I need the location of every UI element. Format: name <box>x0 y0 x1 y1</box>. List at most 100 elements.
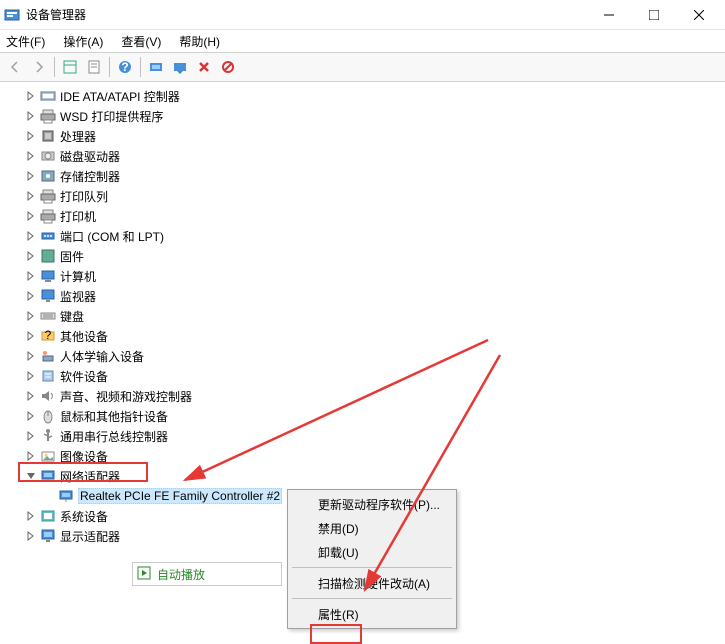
ide-icon <box>40 88 56 104</box>
context-uninstall[interactable]: 卸载(U) <box>290 540 454 564</box>
expand-icon[interactable] <box>24 409 38 423</box>
tree-node-network-adapters[interactable]: 网络适配器 <box>2 466 723 486</box>
expand-icon[interactable] <box>24 109 38 123</box>
expand-icon[interactable] <box>24 189 38 203</box>
usb-icon <box>40 428 56 444</box>
expand-icon[interactable] <box>24 209 38 223</box>
annotation-box <box>310 624 362 644</box>
tree-node[interactable]: WSD 打印提供程序 <box>2 106 723 126</box>
toolbar-separator <box>54 57 55 77</box>
collapse-icon[interactable] <box>24 469 38 483</box>
tree-node-label: 存储控制器 <box>60 168 120 185</box>
tree-node-label: 其他设备 <box>60 328 108 345</box>
autoplay-widget: 自动播放 <box>132 562 282 586</box>
tree-node[interactable]: 固件 <box>2 246 723 266</box>
window-title: 设备管理器 <box>26 6 586 23</box>
tree-node[interactable]: ? 其他设备 <box>2 326 723 346</box>
printer-icon <box>40 208 56 224</box>
expand-icon[interactable] <box>24 389 38 403</box>
show-hide-button[interactable] <box>59 56 81 78</box>
tree-node[interactable]: 计算机 <box>2 266 723 286</box>
expand-icon[interactable] <box>24 329 38 343</box>
tree-node[interactable]: 图像设备 <box>2 446 723 466</box>
properties-button[interactable] <box>83 56 105 78</box>
tree-node[interactable]: 声音、视频和游戏控制器 <box>2 386 723 406</box>
storage-icon <box>40 168 56 184</box>
expand-icon[interactable] <box>24 169 38 183</box>
expand-icon[interactable] <box>24 269 38 283</box>
tree-node-label: 监视器 <box>60 288 96 305</box>
tree-node-label: 打印队列 <box>60 188 108 205</box>
tree-node[interactable]: 打印机 <box>2 206 723 226</box>
tree-node-label: 计算机 <box>60 268 96 285</box>
context-scan[interactable]: 扫描检测硬件改动(A) <box>290 571 454 595</box>
computer-icon <box>40 268 56 284</box>
context-disable[interactable]: 禁用(D) <box>290 516 454 540</box>
tree-node[interactable]: 打印队列 <box>2 186 723 206</box>
expand-icon[interactable] <box>24 529 38 543</box>
system-icon <box>40 508 56 524</box>
forward-button[interactable] <box>28 56 50 78</box>
tree-node[interactable]: 存储控制器 <box>2 166 723 186</box>
firmware-icon <box>40 248 56 264</box>
tree-node-label: 网络适配器 <box>60 468 120 485</box>
context-update-driver[interactable]: 更新驱动程序软件(P)... <box>290 492 454 516</box>
tree-node-label: Realtek PCIe FE Family Controller #2 <box>78 488 282 504</box>
tree-node[interactable]: 通用串行总线控制器 <box>2 426 723 446</box>
tree-node-label: 显示适配器 <box>60 528 120 545</box>
expand-icon[interactable] <box>24 229 38 243</box>
expand-icon[interactable] <box>24 89 38 103</box>
expand-icon[interactable] <box>24 369 38 383</box>
disk-icon <box>40 148 56 164</box>
svg-text:?: ? <box>121 60 128 74</box>
tree-node[interactable]: 处理器 <box>2 126 723 146</box>
tree-node-label: 图像设备 <box>60 448 108 465</box>
expand-icon[interactable] <box>24 129 38 143</box>
tree-node[interactable]: 鼠标和其他指针设备 <box>2 406 723 426</box>
menu-file[interactable]: 文件(F) <box>4 33 47 50</box>
expand-icon[interactable] <box>24 149 38 163</box>
help-button[interactable]: ? <box>114 56 136 78</box>
tree-node[interactable]: 软件设备 <box>2 366 723 386</box>
toolbar: ? <box>0 52 725 82</box>
autoplay-label: 自动播放 <box>157 566 205 583</box>
expand-icon[interactable] <box>24 349 38 363</box>
update-button[interactable] <box>169 56 191 78</box>
maximize-button[interactable] <box>631 1 676 29</box>
scan-button[interactable] <box>145 56 167 78</box>
menu-view[interactable]: 查看(V) <box>119 33 163 50</box>
autoplay-icon <box>137 566 151 583</box>
other-icon: ? <box>40 328 56 344</box>
expand-icon[interactable] <box>24 429 38 443</box>
tree-node[interactable]: 人体学输入设备 <box>2 346 723 366</box>
context-properties[interactable]: 属性(R) <box>290 602 454 626</box>
back-button[interactable] <box>4 56 26 78</box>
tree-node-label: 端口 (COM 和 LPT) <box>60 228 164 245</box>
expand-icon[interactable] <box>24 449 38 463</box>
tree-node-label: 鼠标和其他指针设备 <box>60 408 168 425</box>
printer-icon <box>40 108 56 124</box>
toolbar-separator <box>109 57 110 77</box>
close-button[interactable] <box>676 1 721 29</box>
printer-icon <box>40 188 56 204</box>
tree-node-label: 人体学输入设备 <box>60 348 144 365</box>
menu-action[interactable]: 操作(A) <box>61 33 105 50</box>
tree-node[interactable]: 端口 (COM 和 LPT) <box>2 226 723 246</box>
disable-button[interactable] <box>217 56 239 78</box>
expand-icon[interactable] <box>24 509 38 523</box>
expand-icon[interactable] <box>24 289 38 303</box>
uninstall-button[interactable] <box>193 56 215 78</box>
minimize-button[interactable] <box>586 1 631 29</box>
expand-icon[interactable] <box>24 249 38 263</box>
tree-node[interactable]: 监视器 <box>2 286 723 306</box>
tree-node-label: 通用串行总线控制器 <box>60 428 168 445</box>
tree-node[interactable]: 磁盘驱动器 <box>2 146 723 166</box>
svg-text:?: ? <box>45 328 52 342</box>
tree-node[interactable]: 键盘 <box>2 306 723 326</box>
menu-help[interactable]: 帮助(H) <box>177 33 222 50</box>
expand-icon[interactable] <box>24 309 38 323</box>
tree-node[interactable]: IDE ATA/ATAPI 控制器 <box>2 86 723 106</box>
toolbar-separator <box>140 57 141 77</box>
keyboard-icon <box>40 308 56 324</box>
menubar: 文件(F) 操作(A) 查看(V) 帮助(H) <box>0 30 725 52</box>
